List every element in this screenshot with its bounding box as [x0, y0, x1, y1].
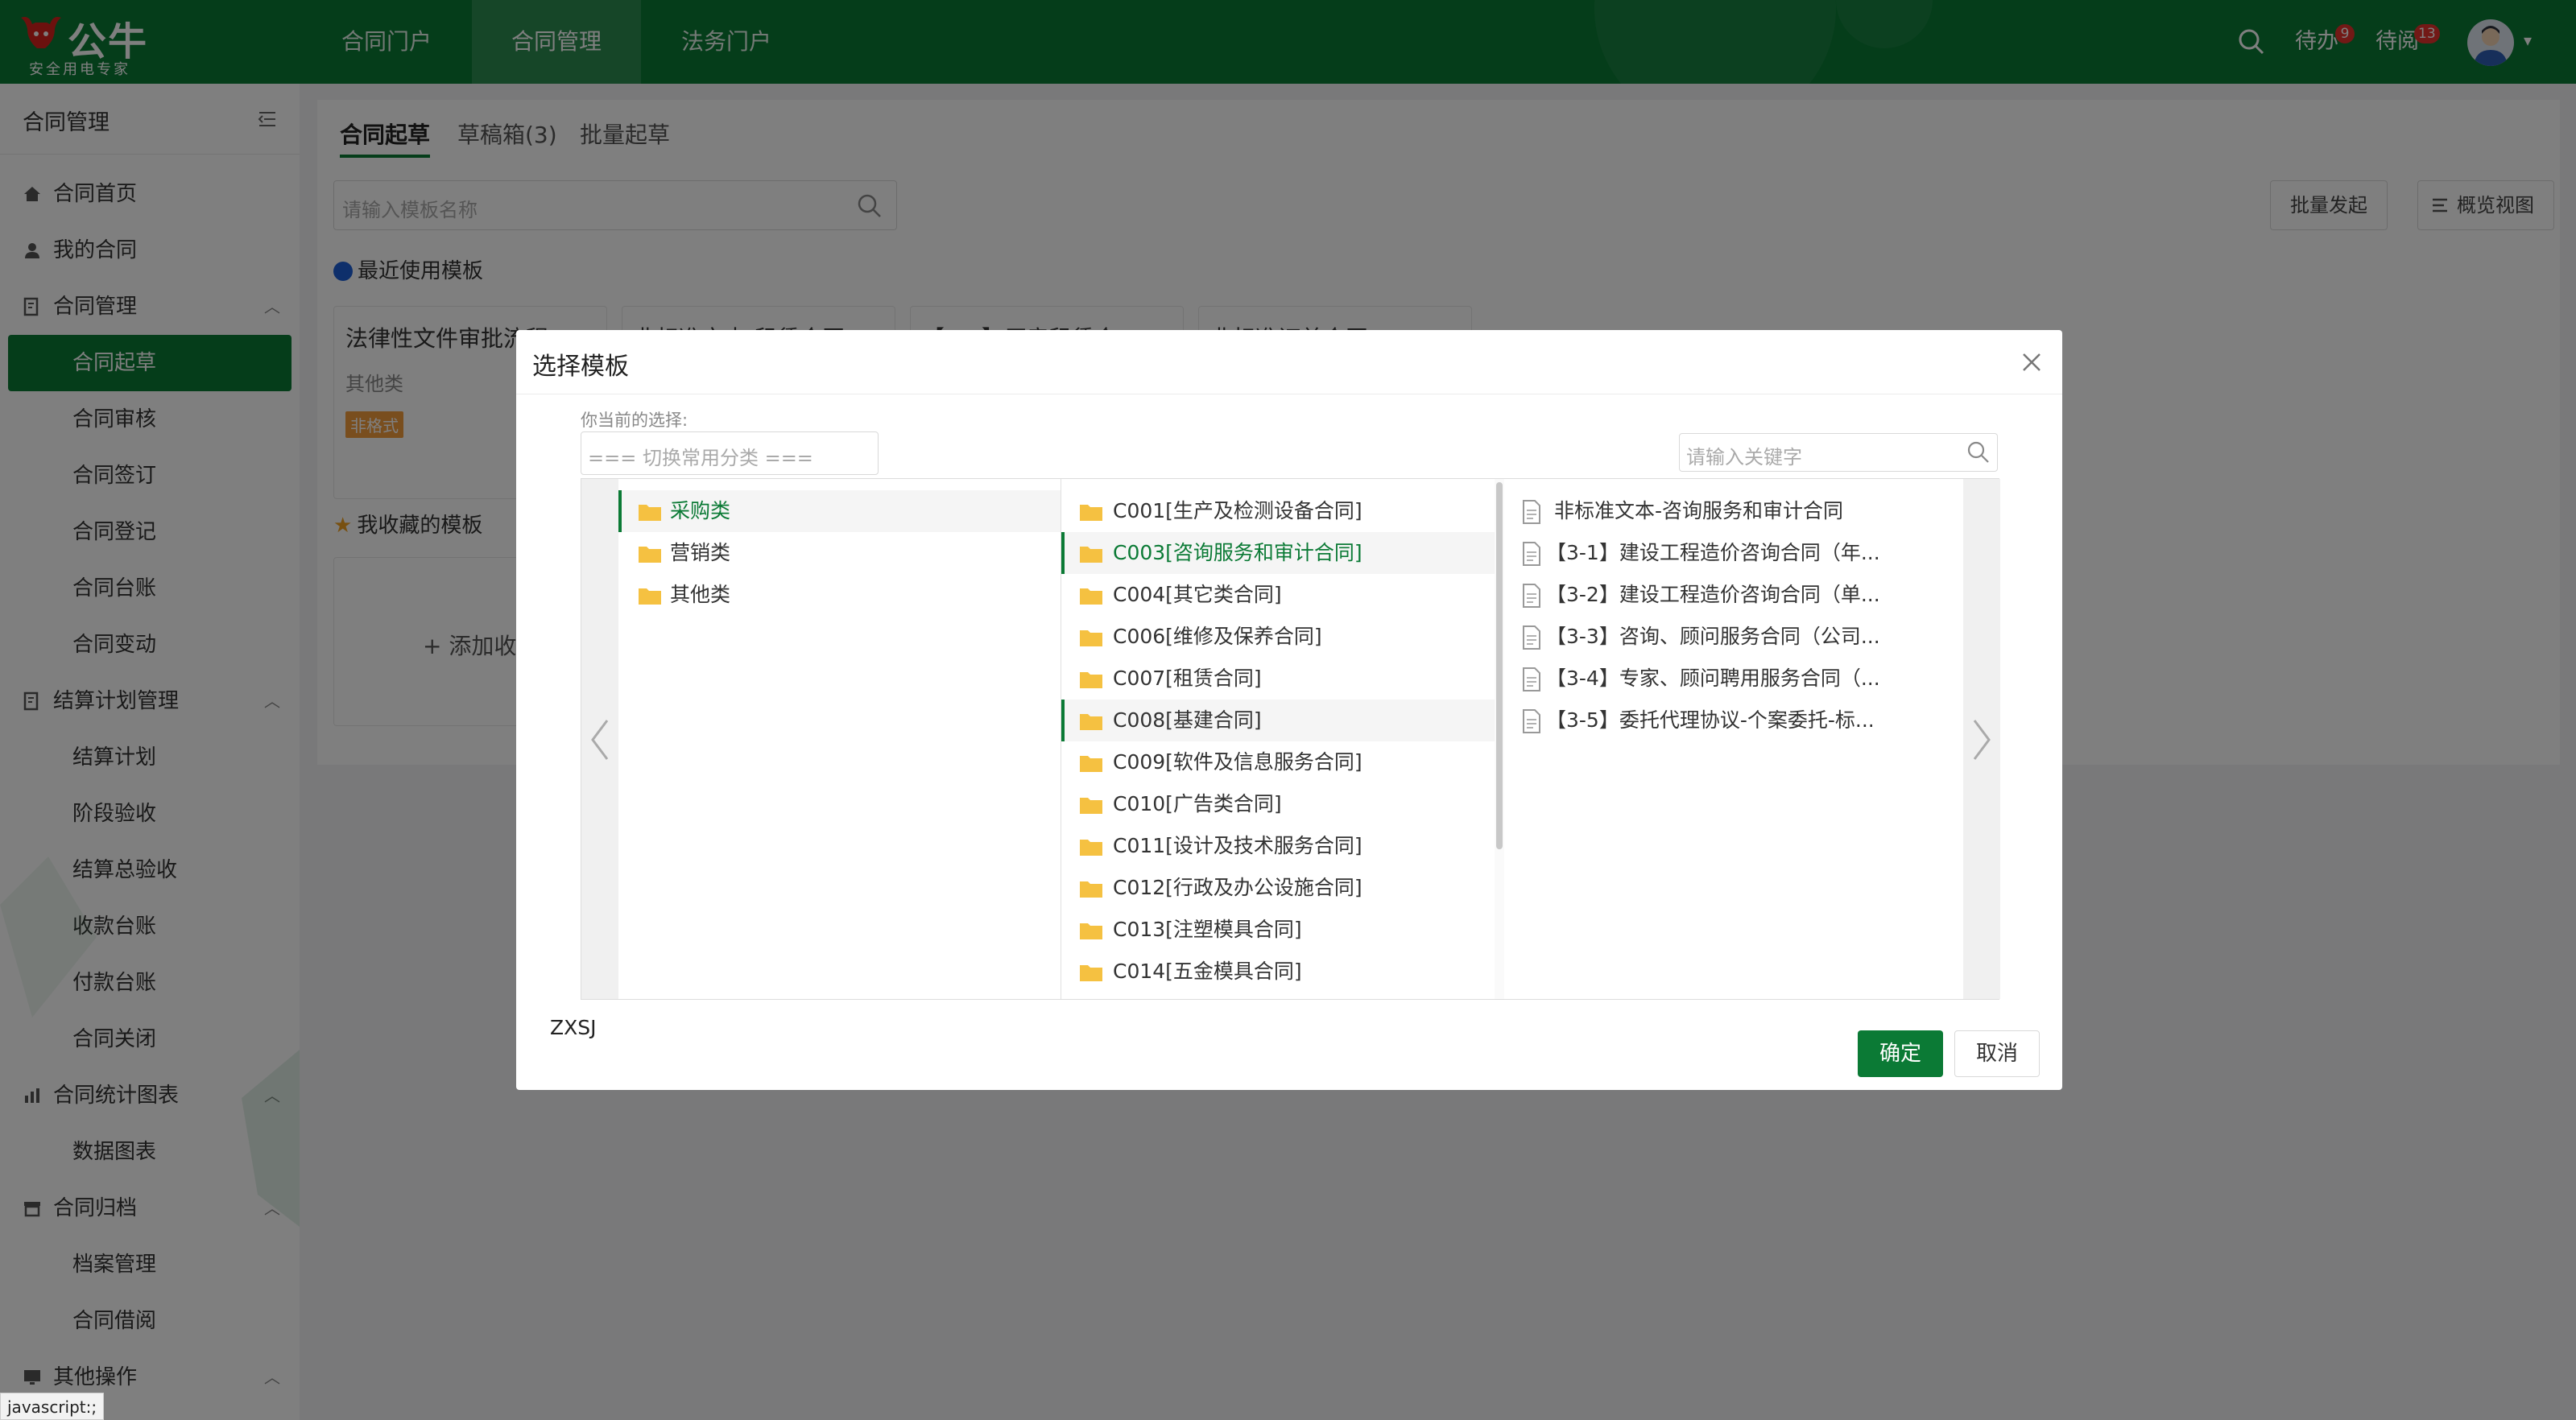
category-item-other[interactable]: 其他类 — [618, 574, 1061, 616]
template-label: 非标准文本-咨询服务和审计合同 — [1554, 499, 1844, 522]
subcategory-label: C006[维修及保养合同] — [1113, 625, 1322, 648]
next-page-button[interactable] — [1963, 479, 2000, 999]
category-label: 其他类 — [670, 583, 731, 606]
subcategory-column: C001[生产及检测设备合同] C003[咨询服务和审计合同] C004[其它类… — [1061, 479, 1504, 999]
subcategory-label: C001[生产及检测设备合同] — [1113, 499, 1362, 522]
template-label: 【3-1】建设工程造价咨询合同（年... — [1546, 541, 1880, 564]
category-label: 营销类 — [670, 541, 731, 564]
folder-icon — [1080, 756, 1102, 772]
chevron-left-icon — [591, 720, 609, 760]
selected-category-code: ZXSJ — [550, 1016, 597, 1039]
document-icon — [1523, 625, 1540, 650]
subcategory-label: C004[其它类合同] — [1113, 583, 1282, 606]
folder-icon — [639, 505, 661, 521]
subcategory-label: C007[租赁合同] — [1113, 667, 1262, 690]
document-icon — [1523, 584, 1540, 608]
template-item[interactable]: 非标准文本-咨询服务和审计合同 — [1504, 490, 1963, 532]
subcategory-scrollbar[interactable] — [1495, 479, 1504, 999]
subcategory-item[interactable]: C009[软件及信息服务合同] — [1061, 741, 1503, 783]
subcategory-item[interactable]: C014[五金模具合同] — [1061, 951, 1503, 993]
subcategory-item[interactable]: C004[其它类合同] — [1061, 574, 1503, 616]
subcategory-label: C008[基建合同] — [1113, 708, 1262, 732]
template-item[interactable]: 【3-3】咨询、顾问服务合同（公司... — [1504, 616, 1963, 658]
subcategory-item[interactable]: C003[咨询服务和审计合同] — [1061, 532, 1503, 574]
category-label: 采购类 — [670, 499, 731, 522]
folder-icon — [1080, 965, 1102, 981]
subcategory-item[interactable]: C011[设计及技术服务合同] — [1061, 825, 1503, 867]
folder-icon — [1080, 630, 1102, 646]
template-item[interactable]: 【3-5】委托代理协议-个案委托-标... — [1504, 700, 1963, 741]
confirm-button[interactable]: 确定 — [1858, 1030, 1943, 1077]
folder-icon — [639, 588, 661, 605]
dialog-title: 选择模板 — [532, 353, 629, 381]
subcategory-label: C012[行政及办公设施合同] — [1113, 876, 1362, 899]
template-label: 【3-5】委托代理协议-个案委托-标... — [1546, 708, 1875, 732]
subcategory-label: C014[五金模具合同] — [1113, 960, 1302, 983]
template-label: 【3-2】建设工程造价咨询合同（单... — [1546, 583, 1880, 606]
document-icon — [1523, 500, 1540, 524]
subcategory-label: C010[广告类合同] — [1113, 792, 1282, 815]
folder-icon — [1080, 672, 1102, 688]
folder-icon — [1080, 547, 1102, 563]
template-item[interactable]: 【3-2】建设工程造价咨询合同（单... — [1504, 574, 1963, 616]
category-item-procurement[interactable]: 采购类 — [618, 490, 1061, 532]
document-icon — [1523, 542, 1540, 566]
subcategory-label: C003[咨询服务和审计合同] — [1113, 541, 1362, 564]
document-icon — [1523, 709, 1540, 733]
template-item[interactable]: 【3-4】专家、顾问聘用服务合同（... — [1504, 658, 1963, 700]
folder-icon — [1080, 840, 1102, 856]
subcategory-item[interactable]: C006[维修及保养合同] — [1061, 616, 1503, 658]
search-icon[interactable] — [1966, 440, 1991, 464]
subcategory-item[interactable]: C013[注塑模具合同] — [1061, 909, 1503, 951]
template-label: 【3-4】专家、顾问聘用服务合同（... — [1546, 667, 1880, 690]
select-template-dialog: 选择模板 你当前的选择: === 切换常用分类 === 请输入关键字 采购类 营… — [516, 330, 2062, 1090]
template-label: 【3-3】咨询、顾问服务合同（公司... — [1546, 625, 1880, 648]
chevron-right-icon — [1973, 720, 1991, 760]
close-icon[interactable] — [2019, 349, 2045, 375]
common-category-placeholder: === 切换常用分类 === — [588, 447, 813, 469]
cancel-button[interactable]: 取消 — [1954, 1030, 2040, 1077]
folder-icon — [1080, 588, 1102, 605]
keyword-placeholder: 请输入关键字 — [1686, 446, 1802, 469]
subcategory-label: C011[设计及技术服务合同] — [1113, 834, 1362, 857]
keyword-search-input[interactable]: 请输入关键字 — [1679, 433, 1998, 472]
dialog-header: 选择模板 — [516, 330, 2062, 394]
document-icon — [1523, 667, 1540, 691]
template-browser: 采购类 营销类 其他类 C001[生产及检测设备合同] C003[咨询服务和审计… — [581, 478, 2000, 1000]
folder-icon — [639, 547, 661, 563]
subcategory-label: C009[软件及信息服务合同] — [1113, 750, 1362, 774]
subcategory-item[interactable]: C008[基建合同] — [1061, 700, 1503, 741]
folder-icon — [1080, 881, 1102, 898]
subcategory-item[interactable]: C012[行政及办公设施合同] — [1061, 867, 1503, 909]
folder-icon — [1080, 923, 1102, 939]
category-column: 采购类 营销类 其他类 — [618, 479, 1061, 999]
template-item[interactable]: 【3-1】建设工程造价咨询合同（年... — [1504, 532, 1963, 574]
prev-page-button[interactable] — [581, 479, 618, 999]
folder-icon — [1080, 798, 1102, 814]
common-category-select[interactable]: === 切换常用分类 === — [581, 431, 879, 475]
folder-icon — [1080, 714, 1102, 730]
subcategory-item[interactable]: C010[广告类合同] — [1061, 783, 1503, 825]
folder-icon — [1080, 505, 1102, 521]
browser-status-url: javascript:; — [0, 1393, 105, 1420]
subcategory-label: C013[注塑模具合同] — [1113, 918, 1302, 941]
scrollbar-thumb[interactable] — [1496, 482, 1503, 849]
subcategory-item[interactable]: C007[租赁合同] — [1061, 658, 1503, 700]
template-column: 非标准文本-咨询服务和审计合同 【3-1】建设工程造价咨询合同（年... 【3-… — [1504, 479, 1963, 999]
current-selection-label: 你当前的选择: — [581, 411, 688, 430]
category-item-marketing[interactable]: 营销类 — [618, 532, 1061, 574]
subcategory-item[interactable]: C001[生产及检测设备合同] — [1061, 490, 1503, 532]
